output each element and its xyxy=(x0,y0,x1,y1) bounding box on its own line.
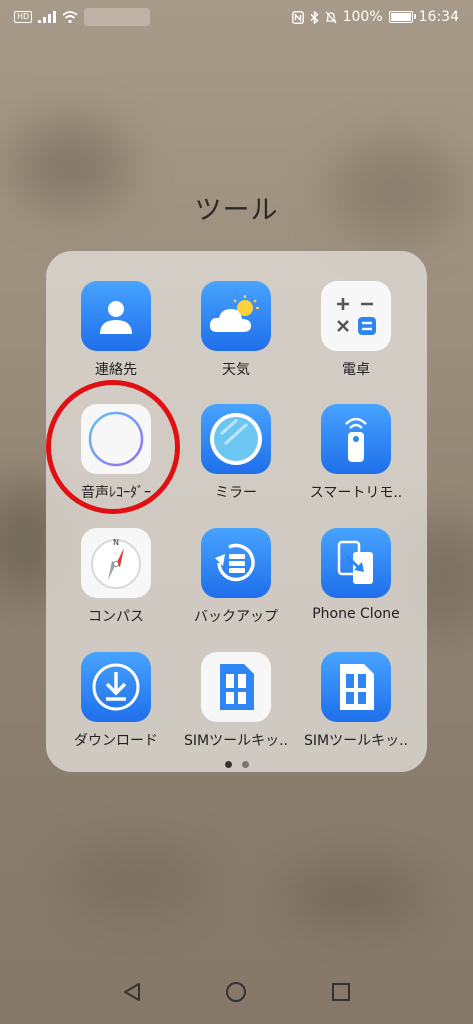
battery-percent: 100% xyxy=(342,9,383,25)
app-calculator[interactable]: 電卓 xyxy=(296,281,416,379)
page-dot[interactable] xyxy=(241,761,249,768)
clock: 16:34 xyxy=(418,9,459,25)
carrier-name-redacted xyxy=(84,8,151,26)
highlight-annotation-circle xyxy=(46,380,180,514)
app-phone-clone[interactable]: Phone Clone xyxy=(296,528,416,622)
battery-icon xyxy=(388,11,416,23)
compass-icon: N xyxy=(81,528,151,598)
mute-bell-icon xyxy=(325,11,337,23)
download-icon xyxy=(81,652,151,722)
app-label: コンパス xyxy=(88,609,144,625)
app-smart-remote[interactable]: スマートリモ.. xyxy=(296,404,416,502)
signal-icon xyxy=(38,11,57,23)
phone-clone-icon xyxy=(321,528,391,598)
app-label: 電卓 xyxy=(342,362,370,378)
wifi-icon xyxy=(62,11,78,23)
app-label: Phone Clone xyxy=(312,606,400,622)
app-label: 天気 xyxy=(222,362,250,378)
svg-text:N: N xyxy=(113,538,119,547)
app-label: ダウンロード xyxy=(74,733,158,749)
app-label: 連絡先 xyxy=(95,362,137,378)
page-indicator xyxy=(0,761,473,768)
wallpaper-blur xyxy=(280,860,430,930)
navigation-bar xyxy=(0,960,473,1024)
app-compass[interactable]: N コンパス xyxy=(56,528,176,626)
smart-remote-icon xyxy=(321,404,391,474)
nfc-icon xyxy=(291,10,304,24)
app-weather[interactable]: 天気 xyxy=(176,281,296,379)
weather-icon xyxy=(201,281,271,351)
bluetooth-icon xyxy=(310,10,319,24)
app-label: SIMツールキッ.. xyxy=(184,733,288,749)
app-label: バックアップ xyxy=(194,609,278,625)
home-icon[interactable] xyxy=(225,981,247,1003)
mirror-icon xyxy=(201,404,271,474)
recents-icon[interactable] xyxy=(330,981,352,1003)
page-dot-active[interactable] xyxy=(224,761,232,768)
folder-title[interactable]: ツール xyxy=(0,188,473,227)
app-sim-toolkit-1[interactable]: SIMツールキッ.. xyxy=(176,652,296,750)
back-icon[interactable] xyxy=(121,981,143,1003)
status-bar: HD 100% 16:34 xyxy=(0,0,473,34)
wallpaper-blur xyxy=(60,840,210,920)
app-sim-toolkit-2[interactable]: SIMツールキッ.. xyxy=(296,652,416,750)
app-backup[interactable]: バックアップ xyxy=(176,528,296,626)
calculator-icon xyxy=(321,281,391,351)
app-label: スマートリモ.. xyxy=(309,485,403,501)
app-label: ミラー xyxy=(215,485,257,501)
sim-toolkit-icon xyxy=(201,652,271,722)
sim-toolkit-icon xyxy=(321,652,391,722)
contacts-icon xyxy=(81,281,151,351)
hd-badge: HD xyxy=(14,11,33,23)
backup-icon xyxy=(201,528,271,598)
app-label: SIMツールキッ.. xyxy=(304,733,408,749)
app-download[interactable]: ダウンロード xyxy=(56,652,176,750)
app-contacts[interactable]: 連絡先 xyxy=(56,281,176,379)
app-mirror[interactable]: ミラー xyxy=(176,404,296,502)
